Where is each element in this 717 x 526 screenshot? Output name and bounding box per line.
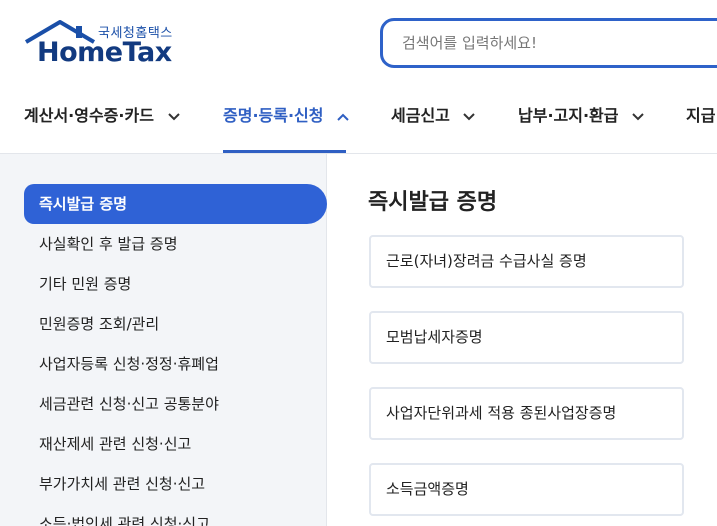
gnb-item-label: 지급: [686, 106, 716, 125]
sidebar-item-vat[interactable]: 부가가치세 관련 신청·신고: [24, 464, 327, 504]
gnb-item-tax-report[interactable]: 세금신고: [391, 102, 476, 154]
logo-title: HomeTax: [37, 37, 172, 68]
sidebar-item-instant-certificate[interactable]: 즉시발급 증명: [24, 184, 327, 224]
sidebar-item-fact-check-certificate[interactable]: 사실확인 후 발급 증명: [24, 224, 327, 264]
sidebar-item-tax-common[interactable]: 세금관련 신청·신고 공통분야: [24, 384, 327, 424]
sidebar-item-business-registration[interactable]: 사업자등록 신청·정정·휴폐업: [24, 344, 327, 384]
certificate-card-earned-income-credit[interactable]: 근로(자녀)장려금 수급사실 증명: [369, 235, 684, 288]
chevron-up-icon: [337, 113, 349, 121]
page-title: 즉시발급 증명: [368, 190, 498, 215]
sidebar-item-other-civil-certificate[interactable]: 기타 민원 증명: [24, 264, 327, 304]
header: 국세청홈택스 HomeTax: [0, 0, 717, 84]
gnb-item-certificates[interactable]: 증명·등록·신청: [223, 102, 349, 154]
search-input[interactable]: [402, 21, 702, 65]
chevron-down-icon: [463, 112, 476, 120]
gnb-item-receipts[interactable]: 계산서·영수증·카드: [24, 102, 180, 154]
chevron-down-icon: [632, 112, 644, 120]
global-nav: 계산서·영수증·카드 증명·등록·신청 세금신고 납부·고지·환급 지급: [0, 84, 717, 154]
search-box[interactable]: [380, 18, 717, 68]
gnb-item-label: 계산서·영수증·카드: [24, 106, 154, 125]
sidebar-item-income-corporate-tax[interactable]: 소득·법인세 관련 신청·신고: [24, 504, 327, 526]
sidebar: 즉시발급 증명 사실확인 후 발급 증명 기타 민원 증명 민원증명 조회/관리…: [0, 154, 327, 526]
gnb-item-payout[interactable]: 지급: [686, 102, 715, 154]
chevron-down-icon: [167, 112, 180, 120]
certificate-card-income-amount[interactable]: 소득금액증명: [369, 463, 684, 516]
gnb-item-label: 세금신고: [391, 106, 450, 125]
sidebar-item-property-tax[interactable]: 재산제세 관련 신청·신고: [24, 424, 327, 464]
gnb-item-label: 증명·등록·신청: [223, 106, 324, 125]
hometax-logo[interactable]: 국세청홈택스 HomeTax: [24, 20, 176, 70]
certificate-card-model-taxpayer[interactable]: 모범납세자증명: [369, 311, 684, 364]
certificate-card-business-unit-tax[interactable]: 사업자단위과세 적용 종된사업장증명: [369, 387, 684, 440]
active-tab-indicator: [223, 150, 346, 153]
gnb-item-label: 납부·고지·환급: [518, 106, 619, 125]
sidebar-item-civil-certificate-manage[interactable]: 민원증명 조회/관리: [24, 304, 327, 344]
gnb-item-payment[interactable]: 납부·고지·환급: [518, 102, 644, 154]
